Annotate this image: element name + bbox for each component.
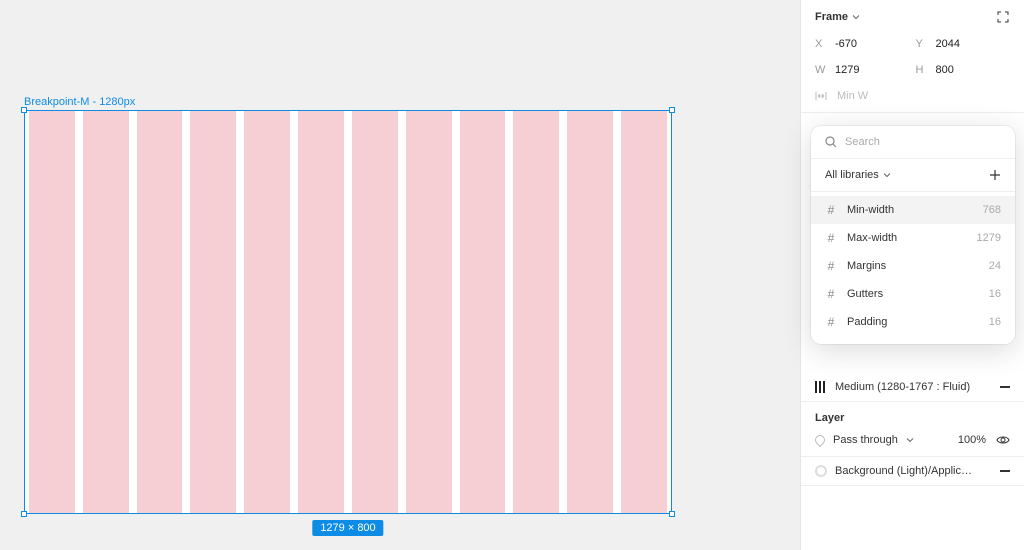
visibility-toggle-icon[interactable] [996, 435, 1010, 445]
resize-handle-tr[interactable] [669, 107, 675, 113]
min-width-input[interactable]: Min W [837, 90, 868, 102]
search-icon [825, 136, 837, 148]
layer-section-title: Layer [815, 412, 844, 424]
w-input[interactable]: 1279 [835, 64, 910, 76]
remove-layout-grid-button[interactable] [1000, 386, 1010, 388]
libraries-dropdown[interactable]: All libraries [825, 169, 891, 181]
resize-handle-tl[interactable] [21, 107, 27, 113]
blend-mode-select[interactable]: Pass through [833, 434, 898, 446]
h-label: H [916, 64, 930, 76]
canvas[interactable]: Breakpoint-M - 1280px 1279 × 800 [0, 0, 800, 550]
resize-handle-bl[interactable] [21, 511, 27, 517]
h-input[interactable]: 800 [936, 64, 1011, 76]
number-variable-icon: # [825, 231, 837, 245]
number-variable-icon: # [825, 287, 837, 301]
chevron-down-icon [852, 13, 860, 21]
layout-grid-name[interactable]: Medium (1280-1767 : Fluid) [835, 381, 970, 393]
fill-swatch[interactable] [815, 465, 827, 477]
variable-item-gutters[interactable]: #Gutters 16 [811, 280, 1015, 308]
w-label: W [815, 64, 829, 76]
fill-style-name[interactable]: Background (Light)/Applica... [835, 465, 975, 477]
layout-grid-overlay [25, 111, 671, 513]
chevron-down-icon [883, 171, 891, 179]
selected-frame[interactable]: Breakpoint-M - 1280px 1279 × 800 [24, 110, 672, 514]
y-label: Y [916, 38, 930, 50]
resize-to-fit-icon[interactable] [996, 10, 1010, 24]
frame-body[interactable] [24, 110, 672, 514]
min-width-icon [815, 91, 827, 101]
x-label: X [815, 38, 829, 50]
variable-picker-popover: All libraries #Min-width 768 #Max-width … [811, 126, 1015, 344]
y-input[interactable]: 2044 [936, 38, 1011, 50]
number-variable-icon: # [825, 259, 837, 273]
chevron-down-icon [906, 436, 914, 444]
frame-label[interactable]: Breakpoint-M - 1280px [24, 96, 135, 108]
variable-search-input[interactable] [845, 136, 1001, 148]
resize-handle-br[interactable] [669, 511, 675, 517]
variable-item-max-width[interactable]: #Max-width 1279 [811, 224, 1015, 252]
variable-item-padding[interactable]: #Padding 16 [811, 308, 1015, 336]
variable-item-margins[interactable]: #Margins 24 [811, 252, 1015, 280]
selection-size-badge: 1279 × 800 [312, 520, 383, 536]
number-variable-icon: # [825, 315, 837, 329]
create-variable-button[interactable] [989, 169, 1001, 181]
number-variable-icon: # [825, 203, 837, 217]
x-input[interactable]: -670 [835, 38, 910, 50]
variable-list: #Min-width 768 #Max-width 1279 #Margins … [811, 192, 1015, 344]
layout-grid-icon [815, 381, 825, 393]
opacity-input[interactable]: 100% [958, 434, 986, 446]
blend-mode-icon [813, 433, 827, 447]
frame-section-header[interactable]: Frame [815, 11, 860, 23]
variable-item-min-width[interactable]: #Min-width 768 [811, 196, 1015, 224]
detach-style-button[interactable] [1000, 470, 1010, 472]
inspector-panel: Frame X -670 Y 2044 W 1279 H 800 [800, 0, 1024, 550]
